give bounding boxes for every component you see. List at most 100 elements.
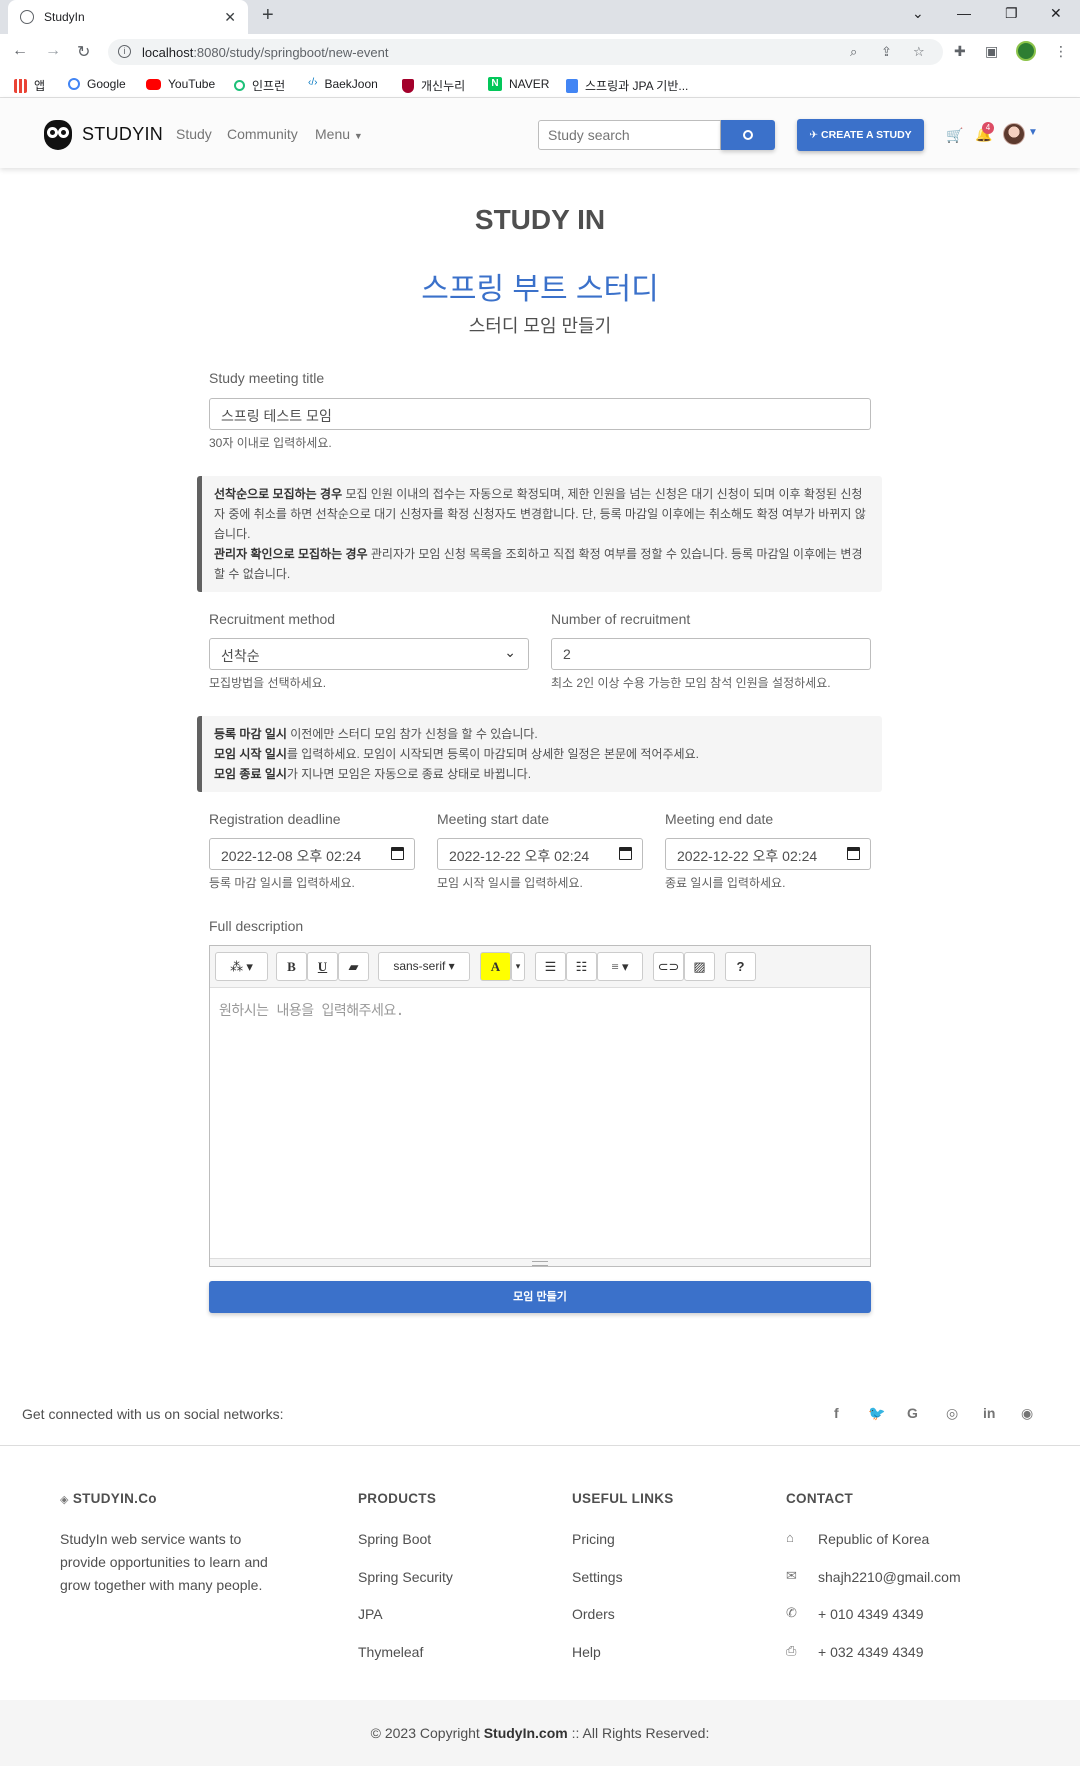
title-help: 30자 이내로 입력하세요. [209,436,332,450]
linkedin-icon[interactable]: in [983,1405,995,1421]
calendar-icon[interactable] [847,847,860,860]
facebook-icon[interactable]: f [834,1405,839,1421]
start-label: Meeting start date [437,811,550,827]
bookmark-apps[interactable]: 앱 [14,77,45,94]
contact-email[interactable]: shajh2210@gmail.com [818,1566,961,1589]
rich-text-editor: ⁂ ▾ B U ▰ sans-serif ▾ A ▾ ☰ ☷ ≡ ▾ ⊂⊃ ▨ … [209,945,871,1267]
globe-icon [20,10,34,24]
footer-useful-link[interactable]: Settings [572,1566,623,1589]
picture-button[interactable]: ▨ [684,952,715,981]
instagram-icon[interactable]: ◎ [946,1405,958,1422]
description-label: Full description [209,918,304,934]
style-dropdown[interactable]: ⁂ ▾ [215,952,268,981]
side-panel-icon[interactable]: ▣ [985,43,998,60]
print-icon: ⎙ [786,1643,797,1658]
bookmark-inflearn[interactable]: 인프런 [234,77,285,94]
close-tab-icon[interactable]: ✕ [224,9,236,26]
browser-toolbar: ← → ↻ i localhost:8080/study/springboot/… [0,34,1080,70]
editor-toolbar: ⁂ ▾ B U ▰ sans-serif ▾ A ▾ ☰ ☷ ≡ ▾ ⊂⊃ ▨ … [210,946,870,988]
help-button[interactable]: ? [725,952,756,981]
footer-product-link[interactable]: Spring Boot [358,1528,431,1551]
nav-menu-dropdown[interactable]: Menu ▼ [315,126,363,142]
browser-menu-icon[interactable]: ⋮ [1054,43,1068,60]
calendar-icon[interactable] [391,847,404,860]
editor-resize-handle[interactable] [210,1258,870,1266]
color-dropdown[interactable]: ▾ [511,952,525,981]
end-help: 종료 일시를 입력하세요. [665,876,786,890]
cart-icon[interactable]: 🛒 [946,127,963,144]
browser-profile-icon[interactable] [1016,41,1036,61]
forward-icon[interactable]: → [45,42,61,60]
reload-icon[interactable]: ↻ [77,42,90,62]
bookmark-gaesin[interactable]: 개신누리 [402,77,465,94]
twitter-icon[interactable]: 🐦 [868,1405,885,1422]
title-input[interactable]: 스프링 테스트 모임 [209,398,871,430]
back-icon[interactable]: ← [12,42,28,60]
brand-name: STUDYIN [82,123,164,144]
bookmark-star-icon[interactable]: ☆ [913,44,925,60]
eraser-button[interactable]: ▰ [338,952,369,981]
bookmark-spring-jpa[interactable]: 스프링과 JPA 기반... [566,77,688,94]
paragraph-align-dropdown[interactable]: ≡ ▾ [597,952,643,981]
list-ol-icon: ☷ [575,959,588,974]
contact-address: Republic of Korea [818,1531,930,1547]
text-color-button[interactable]: A [480,952,511,981]
underline-button[interactable]: U [307,952,338,981]
footer-product-link[interactable]: Spring Security [358,1566,453,1589]
extensions-icon[interactable]: ✚ [954,43,966,60]
bookmarks-bar: 앱 Google YouTube 인프런 ‹/› BaekJoon 개신누리 NN… [0,70,1080,98]
tab-search-icon[interactable]: ⌄ [912,5,924,22]
inflearn-icon [234,80,245,91]
footer-product-link[interactable]: Thymeleaf [358,1641,423,1664]
create-event-button[interactable]: 모임 만들기 [209,1281,871,1313]
unordered-list-button[interactable]: ☰ [535,952,566,981]
footer-useful-link[interactable]: Help [572,1641,601,1664]
nav-community-link[interactable]: Community [227,126,298,142]
description-textarea[interactable]: 원하시는 내용을 입력해주세요. [210,988,870,1258]
apps-grid-icon [14,78,27,93]
bold-button[interactable]: B [276,952,307,981]
ordered-list-button[interactable]: ☷ [566,952,597,981]
link-button[interactable]: ⊂⊃ [653,952,684,981]
copyright-brand-link[interactable]: StudyIn.com [484,1725,568,1741]
calendar-icon[interactable] [619,847,632,860]
brand-logo[interactable]: STUDYIN [40,116,163,152]
new-tab-icon[interactable]: + [262,4,274,27]
deadline-input[interactable]: 2022-12-08 오후 02:24 [209,838,415,870]
minimize-icon[interactable]: — [957,5,971,21]
github-icon[interactable]: ◉ [1021,1405,1033,1422]
google-icon[interactable]: G [907,1405,918,1421]
footer-contact-title: CONTACT [786,1491,854,1506]
number-input[interactable]: 2 [551,638,871,670]
user-avatar[interactable] [1003,123,1025,145]
method-select[interactable]: 선착순 ⌄ [209,638,529,670]
nav-study-link[interactable]: Study [176,126,212,142]
footer-company-title: ◈ STUDYIN.Co [60,1491,157,1506]
study-search-input[interactable]: Study search [538,120,721,150]
font-family-dropdown[interactable]: sans-serif ▾ [378,952,470,981]
avatar-caret-icon[interactable]: ▼ [1028,127,1038,138]
address-bar[interactable]: i localhost:8080/study/springboot/new-ev… [108,39,943,65]
zoom-icon[interactable]: ⌕ [850,44,857,60]
window-close-icon[interactable]: ✕ [1050,5,1062,22]
search-icon [743,130,753,140]
phone-icon: ✆ [786,1605,797,1620]
share-icon[interactable]: ⇪ [881,44,892,60]
browser-tab[interactable]: StudyIn ✕ [8,0,248,34]
bookmark-youtube[interactable]: YouTube [146,77,215,91]
end-date-input[interactable]: 2022-12-22 오후 02:24 [665,838,871,870]
footer-useful-link[interactable]: Orders [572,1603,615,1626]
bookmark-baekjoon[interactable]: ‹/› BaekJoon [308,77,378,91]
site-info-icon[interactable]: i [118,45,131,58]
bookmark-naver[interactable]: N NAVER [488,77,549,91]
contact-fax: + 032 4349 4349 [818,1644,924,1660]
restore-icon[interactable]: ❐ [1005,5,1018,22]
envelope-icon: ✉ [786,1568,797,1583]
start-date-input[interactable]: 2022-12-22 오후 02:24 [437,838,643,870]
naver-icon: N [488,77,502,91]
footer-useful-link[interactable]: Pricing [572,1528,615,1551]
create-study-button[interactable]: ✈ CREATE A STUDY [797,119,924,151]
bookmark-google[interactable]: Google [68,77,126,91]
footer-product-link[interactable]: JPA [358,1603,383,1626]
search-button[interactable] [721,120,775,150]
